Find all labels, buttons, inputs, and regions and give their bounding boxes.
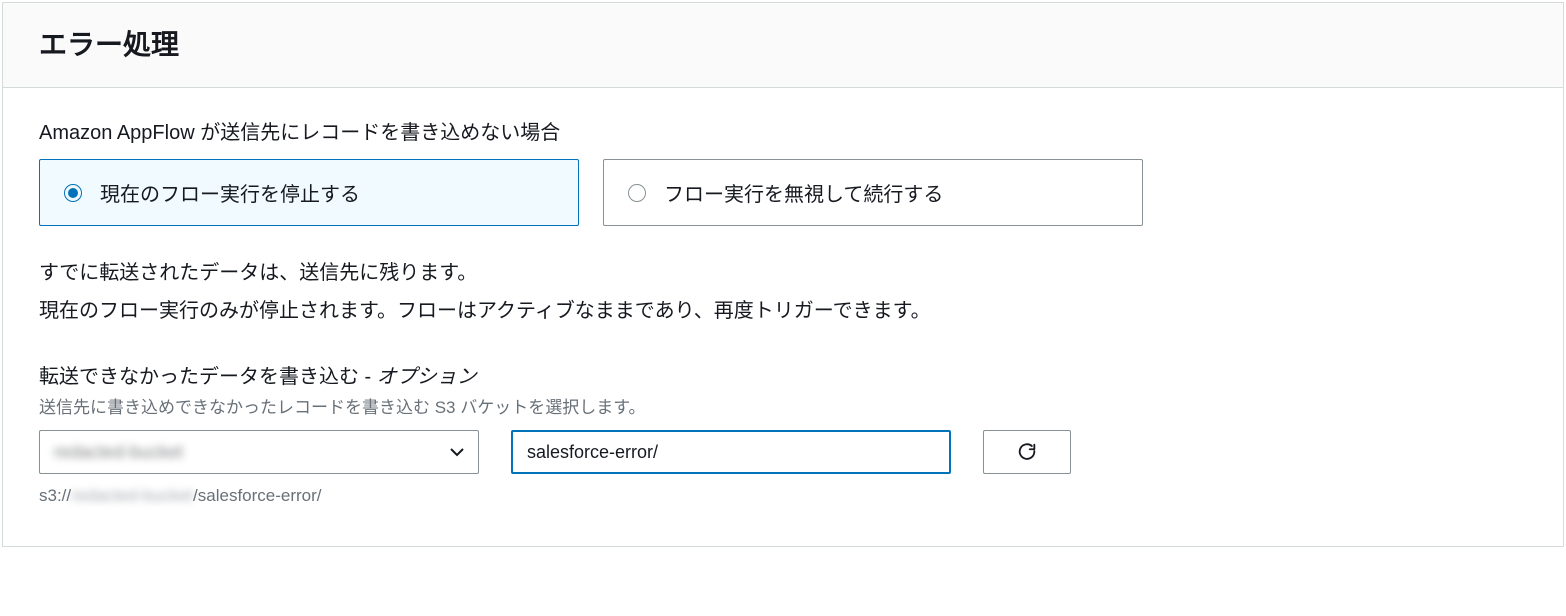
s3-bucket-select-value: redacted-bucket [54,442,183,463]
unwritten-data-label: 転送できなかったデータを書き込む - オプション [39,360,1527,389]
panel-title: エラー処理 [39,23,1527,63]
caret-down-icon [450,447,464,457]
error-handling-panel: エラー処理 Amazon AppFlow が送信先にレコードを書き込めない場合 … [2,2,1564,547]
s3-path-display: s3://redacted-bucket/salesforce-error/ [39,486,1527,506]
description-line-1: すでに転送されたデータは、送信先に残ります。 [39,254,1527,292]
panel-body: Amazon AppFlow が送信先にレコードを書き込めない場合 現在のフロー… [3,88,1563,546]
radio-stop-flow[interactable]: 現在のフロー実行を停止する [39,159,579,226]
unwritten-label-optional: オプション [377,366,477,388]
unwritten-data-hint: 送信先に書き込めできなかったレコードを書き込む S3 バケットを選択します。 [39,393,1527,418]
unwritten-controls-row: redacted-bucket [39,430,1527,474]
unwritten-label-sep: - [359,366,377,388]
radio-ignore-continue[interactable]: フロー実行を無視して続行する [603,159,1143,226]
s3-path-suffix: salesforce-error/ [198,486,322,505]
radio-stop-flow-label: 現在のフロー実行を停止する [100,178,360,207]
s3-prefix-input[interactable] [511,430,951,474]
write-fail-radio-group: 現在のフロー実行を停止する フロー実行を無視して続行する [39,159,1527,226]
radio-icon [628,184,646,202]
radio-icon [64,184,82,202]
write-fail-label: Amazon AppFlow が送信先にレコードを書き込めない場合 [39,116,1527,145]
refresh-icon [1016,441,1038,463]
panel-header: エラー処理 [3,3,1563,88]
s3-path-bucket: redacted-bucket [71,486,193,505]
s3-bucket-select[interactable]: redacted-bucket [39,430,479,474]
radio-ignore-continue-label: フロー実行を無視して続行する [664,178,943,207]
s3-path-prefix: s3:// [39,486,71,505]
refresh-button[interactable] [983,430,1071,474]
behavior-description: すでに転送されたデータは、送信先に残ります。 現在のフロー実行のみが停止されます… [39,254,1527,330]
description-line-2: 現在のフロー実行のみが停止されます。フローはアクティブなままであり、再度トリガー… [39,292,1527,330]
unwritten-label-main: 転送できなかったデータを書き込む [39,366,359,388]
